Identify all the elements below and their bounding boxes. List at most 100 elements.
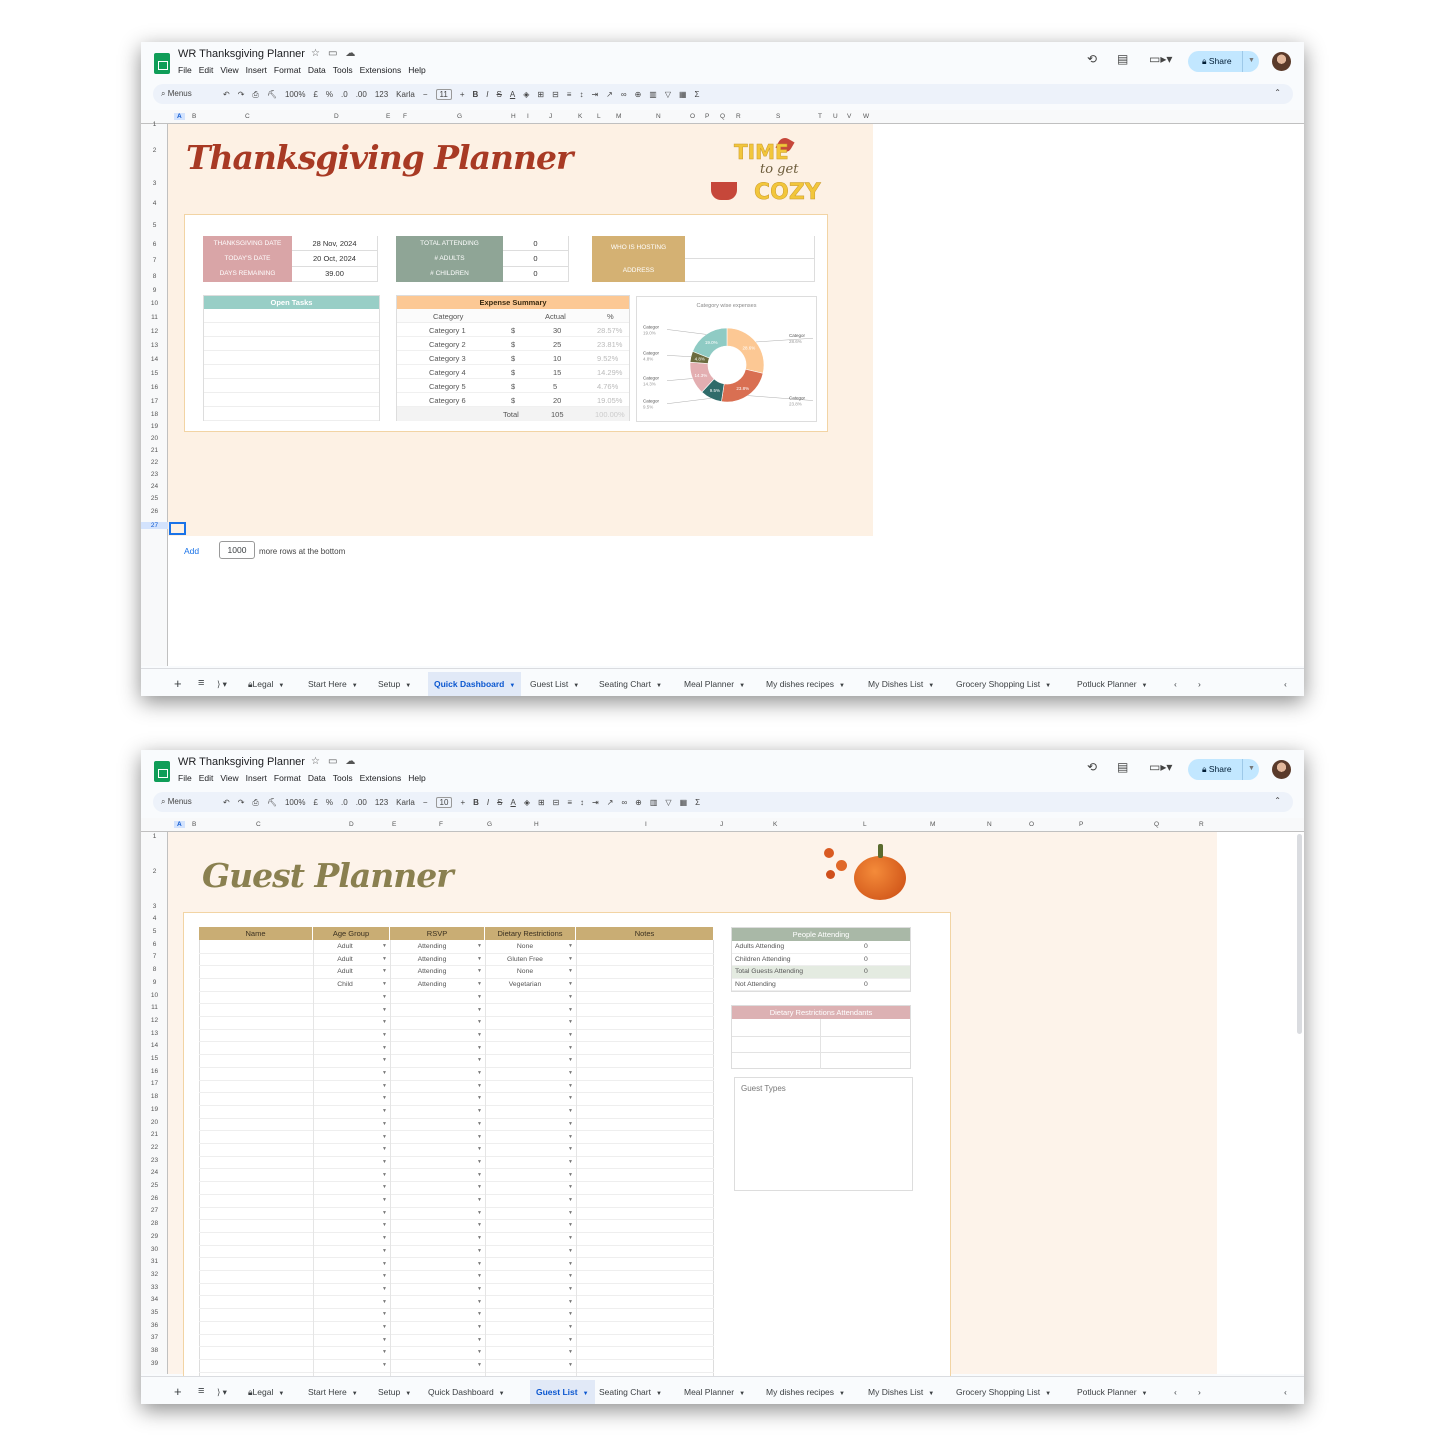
dropdown-arrow-icon[interactable]: ▼ — [477, 968, 482, 974]
avatar[interactable] — [1272, 52, 1291, 71]
column-header-g[interactable]: G — [457, 113, 462, 120]
font-size-input[interactable]: 10 — [435, 797, 453, 808]
row-header[interactable]: 24 — [141, 483, 168, 490]
collapse-toolbar-icon[interactable]: ⌃ — [1274, 88, 1281, 97]
menu-view[interactable]: View — [220, 65, 238, 75]
info-value[interactable] — [685, 259, 815, 282]
sheet-grid[interactable]: ABCDEFGHIJKLMNOPQRSTUVW 1 2 3 4 5 6 7 8 9 10 11 12 1… — [141, 110, 1304, 666]
dropdown-arrow-icon[interactable]: ▼ — [477, 1349, 482, 1355]
table-row[interactable] — [199, 1092, 714, 1094]
row-header[interactable]: 19 — [141, 423, 168, 430]
expense-chart[interactable]: Category wise expenses 28.6% Categor 28.6%… — [636, 296, 817, 422]
sheet-tab[interactable]: Meal Planner ▼ — [684, 679, 745, 689]
guest-age-group[interactable]: Adult — [313, 968, 377, 975]
dropdown-arrow-icon[interactable]: ▼ — [568, 1057, 573, 1063]
wrap-icon[interactable]: ⇥ — [591, 90, 598, 99]
dropdown-arrow-icon[interactable]: ▼ — [568, 1197, 573, 1203]
row-header[interactable]: 12 — [141, 1017, 168, 1024]
dropdown-arrow-icon[interactable]: ▼ — [382, 1121, 387, 1127]
sheet-tab[interactable]: Guest List ▼ — [530, 679, 579, 689]
column-header-p[interactable]: P — [705, 113, 709, 120]
tab-dropdown-icon[interactable]: ▼ — [352, 683, 358, 689]
dropdown-arrow-icon[interactable]: ▼ — [477, 1108, 482, 1114]
tabs-scroll-left-icon[interactable]: ‹ — [1174, 1387, 1177, 1397]
column-header-r[interactable]: R — [736, 113, 741, 120]
task-row[interactable] — [204, 351, 379, 365]
expense-actual[interactable]: 25 — [553, 340, 561, 349]
menu-view[interactable]: View — [220, 773, 238, 783]
dropdown-arrow-icon[interactable]: ▼ — [382, 1184, 387, 1190]
dropdown-arrow-icon[interactable]: ▼ — [382, 981, 387, 987]
task-row[interactable] — [204, 309, 379, 323]
column-header-q[interactable]: Q — [720, 113, 725, 120]
row-header[interactable]: 11 — [141, 1004, 168, 1011]
text-color-button[interactable]: A — [510, 798, 515, 807]
comment-icon[interactable]: ▤ — [1117, 760, 1128, 774]
dropdown-arrow-icon[interactable]: ▼ — [477, 1299, 482, 1305]
row-header[interactable]: 39 — [141, 1360, 168, 1367]
sheet-tab[interactable]: My Dishes List ▼ — [868, 1387, 934, 1397]
percent-button[interactable]: % — [326, 90, 333, 99]
side-panel-toggle-icon[interactable]: ‹ — [1284, 679, 1287, 689]
row-header[interactable]: 16 — [141, 384, 168, 391]
row-header[interactable]: 27 — [141, 522, 168, 529]
dropdown-arrow-icon[interactable]: ▼ — [382, 956, 387, 962]
sheet-tab[interactable]: Seating Chart ▼ — [599, 679, 662, 689]
row-header[interactable]: 25 — [141, 495, 168, 502]
table-row[interactable] — [199, 1155, 714, 1157]
tab-dropdown-icon[interactable]: ▼ — [739, 683, 745, 689]
tab-dropdown-icon[interactable]: ▼ — [573, 683, 579, 689]
row-header[interactable]: 2 — [141, 868, 168, 875]
dropdown-arrow-icon[interactable]: ▼ — [477, 1222, 482, 1228]
table-row[interactable] — [199, 1270, 714, 1271]
dropdown-arrow-icon[interactable]: ▼ — [382, 1095, 387, 1101]
dropdown-arrow-icon[interactable]: ▼ — [477, 1261, 482, 1267]
tab-dropdown-icon[interactable]: ▼ — [278, 683, 284, 689]
table-row[interactable] — [199, 1066, 714, 1068]
row-header[interactable]: 3 — [141, 180, 168, 187]
link-icon[interactable]: ∞ — [621, 798, 627, 807]
video-call-icon[interactable]: ▭▸▾ — [1149, 52, 1172, 66]
star-icon[interactable]: ☆ — [311, 48, 328, 59]
dropdown-arrow-icon[interactable]: ▼ — [477, 1311, 482, 1317]
dropdown-arrow-icon[interactable]: ▼ — [382, 1159, 387, 1165]
dropdown-arrow-icon[interactable]: ▼ — [382, 1349, 387, 1355]
functions-button[interactable]: Σ — [695, 798, 700, 807]
row-header[interactable]: 33 — [141, 1284, 168, 1291]
filter-icon[interactable]: ▽ — [665, 798, 671, 807]
dropdown-arrow-icon[interactable]: ▼ — [568, 1159, 573, 1165]
info-value[interactable]: 28 Nov, 2024 — [292, 236, 378, 252]
menu-format[interactable]: Format — [274, 65, 301, 75]
dropdown-arrow-icon[interactable]: ▼ — [477, 1362, 482, 1368]
dropdown-arrow-icon[interactable]: ▼ — [477, 1210, 482, 1216]
tab-dropdown-icon[interactable]: ▼ — [405, 683, 411, 689]
sheets-logo-icon[interactable] — [154, 53, 170, 74]
table-row[interactable] — [199, 1079, 714, 1081]
tab-dropdown-icon[interactable]: ▼ — [739, 1391, 745, 1397]
row-header[interactable]: 4 — [141, 915, 168, 922]
tab-dropdown-icon[interactable]: ▼ — [839, 1391, 845, 1397]
dropdown-arrow-icon[interactable]: ▼ — [477, 1057, 482, 1063]
tab-scroll-dropdown-icon[interactable]: ⟩ ▾ — [217, 1387, 227, 1398]
dropdown-arrow-icon[interactable]: ▼ — [477, 1045, 482, 1051]
sheet-tab[interactable]: Grocery Shopping List ▼ — [956, 679, 1051, 689]
table-row[interactable] — [199, 1333, 714, 1335]
bold-button[interactable]: B — [473, 798, 479, 807]
search-menus[interactable]: ⌕ Menus — [161, 797, 192, 807]
row-header[interactable]: 30 — [141, 1246, 168, 1253]
column-header-o[interactable]: O — [1029, 821, 1034, 828]
menu-edit[interactable]: Edit — [199, 65, 214, 75]
task-lines[interactable] — [204, 309, 379, 421]
dropdown-arrow-icon[interactable]: ▼ — [382, 1222, 387, 1228]
row-header[interactable]: 2 — [141, 147, 168, 154]
sheet-tab[interactable]: Seating Chart ▼ — [599, 1387, 662, 1397]
tab-dropdown-icon[interactable]: ▼ — [405, 1391, 411, 1397]
row-header[interactable]: 21 — [141, 447, 168, 454]
row-header[interactable]: 35 — [141, 1309, 168, 1316]
row-header[interactable]: 18 — [141, 1093, 168, 1100]
guest-col-header[interactable]: Name — [199, 927, 313, 940]
table-row[interactable] — [199, 952, 714, 954]
fill-color-icon[interactable]: ◈ — [524, 798, 530, 807]
row-header[interactable]: 23 — [141, 1157, 168, 1164]
insert-comment-icon[interactable]: ⊕ — [635, 90, 642, 99]
